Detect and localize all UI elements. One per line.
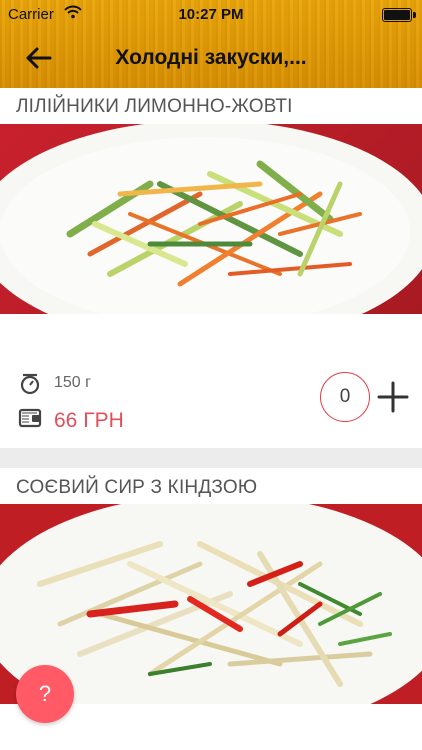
weight-row: 150 г — [18, 372, 91, 396]
dish-card[interactable]: ЛІЛІЙНИКИ ЛИМОННО-ЖОВТІ 150 г 66 ГРН 0 — [0, 88, 422, 448]
page-title: Холодні закуски,... — [115, 46, 307, 69]
dish-photo[interactable] — [0, 124, 422, 314]
wallet-icon — [18, 408, 42, 428]
dish-name: СОЄВИЙ СИР З КІНДЗОЮ — [16, 477, 258, 498]
price-row: 66 ГРН — [18, 406, 124, 436]
help-button[interactable]: ? — [16, 665, 74, 723]
app-header: Carrier 10:27 PM Холодні закуски,... — [0, 0, 422, 88]
dish-name: ЛІЛІЙНИКИ ЛИМОННО-ЖОВТІ — [16, 96, 293, 117]
quantity-counter[interactable]: 0 — [320, 372, 370, 422]
dish-price: 66 ГРН — [54, 409, 124, 432]
dish-weight: 150 г — [54, 374, 91, 391]
battery-icon — [382, 8, 416, 22]
nav-bar: Холодні закуски,... — [0, 30, 422, 88]
plus-icon — [377, 381, 409, 413]
scale-icon — [20, 373, 40, 395]
add-to-cart-button[interactable] — [376, 380, 410, 414]
status-time: 10:27 PM — [178, 6, 244, 23]
status-bar: Carrier 10:27 PM — [0, 0, 422, 30]
